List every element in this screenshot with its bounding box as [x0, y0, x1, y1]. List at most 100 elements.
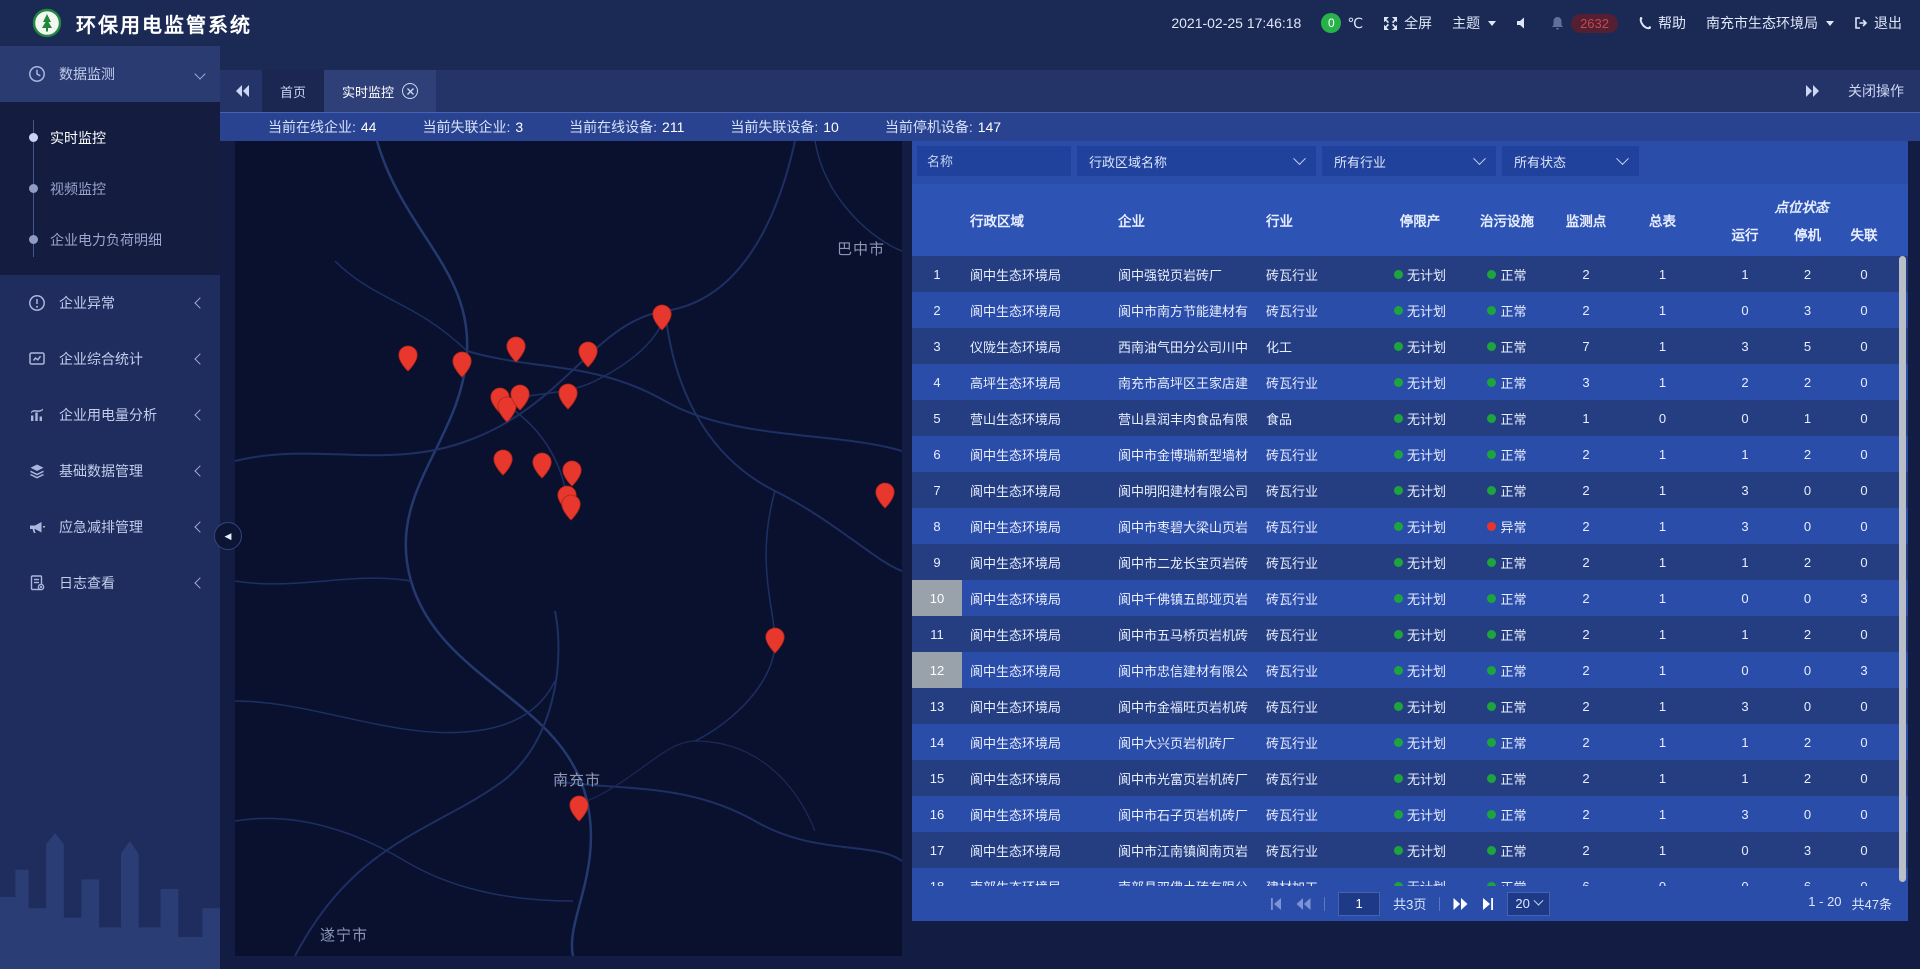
map-pin-icon[interactable] [493, 449, 513, 476]
cell-industry: 砖瓦行业 [1258, 841, 1378, 860]
sidebar-subitem[interactable]: 实时监控 [0, 112, 220, 163]
cell-industry: 砖瓦行业 [1258, 625, 1378, 644]
sidebar-item[interactable]: 企业异常 [0, 275, 220, 331]
map-pin-icon[interactable] [506, 336, 526, 363]
map-pin-icon[interactable] [652, 304, 672, 331]
cell-industry: 食品 [1258, 409, 1378, 428]
chevron-down-icon [1616, 152, 1629, 165]
status-dot [1487, 270, 1496, 279]
table-row[interactable]: 17 阆中生态环境局 阆中市江南镇阆南页岩 砖瓦行业 无计划 正常 2 1 0 … [912, 832, 1908, 868]
map-pin-icon[interactable] [398, 345, 418, 372]
table-row[interactable]: 7 阆中生态环境局 阆中明阳建材有限公司 砖瓦行业 无计划 正常 2 1 3 0… [912, 472, 1908, 508]
map-pin-icon[interactable] [765, 627, 785, 654]
table-row[interactable]: 2 阆中生态环境局 阆中市南方节能建材有 砖瓦行业 无计划 正常 2 1 0 3… [912, 292, 1908, 328]
sidebar-subitem[interactable]: 企业电力负荷明细 [0, 214, 220, 265]
skyline-decoration [0, 809, 220, 969]
name-filter-input[interactable] [917, 146, 1071, 176]
sidebar-subitem[interactable]: 视频监控 [0, 163, 220, 214]
cell-industry: 砖瓦行业 [1258, 517, 1378, 536]
vertical-scrollbar[interactable] [1899, 256, 1906, 882]
stat-value: 147 [978, 119, 1001, 135]
cell-offline: 0 [1830, 339, 1898, 354]
user-dropdown[interactable]: 南充市生态环境局 [1706, 13, 1834, 33]
previous-page-button[interactable] [1296, 898, 1311, 910]
next-page-button[interactable] [1453, 898, 1468, 910]
cell-meter: 1 [1620, 375, 1705, 390]
sound-mute-button[interactable] [1516, 16, 1530, 30]
map-pin-icon[interactable] [532, 452, 552, 479]
help-button[interactable]: 帮助 [1638, 13, 1686, 33]
table-row[interactable]: 10 阆中生态环境局 阆中千佛镇五郎垭页岩 砖瓦行业 无计划 正常 2 1 0 … [912, 580, 1908, 616]
table-row[interactable]: 14 阆中生态环境局 阆中大兴页岩机砖厂 砖瓦行业 无计划 正常 2 1 1 2… [912, 724, 1908, 760]
column-header-region: 行政区域 [962, 184, 1108, 256]
map-pin-icon[interactable] [562, 460, 582, 487]
table-row[interactable]: 6 阆中生态环境局 阆中市金博瑞新型墙材 砖瓦行业 无计划 正常 2 1 1 2… [912, 436, 1908, 472]
cell-production: 无计划 [1378, 481, 1462, 500]
sidebar-item[interactable]: 企业综合统计 [0, 331, 220, 387]
cell-meter: 1 [1620, 663, 1705, 678]
table-row[interactable]: 16 阆中生态环境局 阆中市石子页岩机砖厂 砖瓦行业 无计划 正常 2 1 3 … [912, 796, 1908, 832]
map-panel[interactable]: 巴中市南充市遂宁市 [235, 141, 902, 956]
cell-offline: 0 [1830, 735, 1898, 750]
table-row[interactable]: 13 阆中生态环境局 阆中市金福旺页岩机砖 砖瓦行业 无计划 正常 2 1 3 … [912, 688, 1908, 724]
theme-dropdown[interactable]: 主题 [1452, 13, 1496, 33]
table-row[interactable]: 15 阆中生态环境局 阆中市光富页岩机砖厂 砖瓦行业 无计划 正常 2 1 1 … [912, 760, 1908, 796]
map-pin-icon[interactable] [452, 351, 472, 378]
map-pin-icon[interactable] [510, 384, 530, 411]
logout-button[interactable]: 退出 [1854, 13, 1902, 33]
fullscreen-button[interactable]: 全屏 [1383, 13, 1432, 33]
cell-stopped: 0 [1785, 699, 1830, 714]
stat-label: 当前在线设备: [569, 119, 657, 135]
alert-icon [28, 294, 46, 312]
notifications-button[interactable]: 2632 [1550, 14, 1618, 33]
region-filter-select[interactable]: 行政区域名称 [1077, 146, 1316, 176]
page-size-select[interactable]: 20 [1507, 892, 1549, 916]
status-filter-select[interactable]: 所有状态 [1502, 146, 1639, 176]
scroll-tabs-right-button[interactable] [1806, 85, 1820, 97]
table-row[interactable]: 9 阆中生态环境局 阆中市二龙长宝页岩砖 砖瓦行业 无计划 正常 2 1 1 2… [912, 544, 1908, 580]
chevron-down-icon [1488, 21, 1496, 26]
row-index: 13 [912, 688, 962, 724]
status-dot [1487, 342, 1496, 351]
map-pin-icon[interactable] [578, 341, 598, 368]
chevron-down-icon [1473, 152, 1486, 165]
table-row[interactable]: 8 阆中生态环境局 阆中市枣碧大梁山页岩 砖瓦行业 无计划 异常 2 1 3 0… [912, 508, 1908, 544]
collapse-panel-button[interactable]: ◀ [214, 522, 242, 550]
cell-running: 1 [1705, 771, 1785, 786]
sidebar-item[interactable]: 企业用电量分析 [0, 387, 220, 443]
scroll-tabs-left-button[interactable] [236, 85, 250, 97]
table-row[interactable]: 4 高坪生态环境局 南充市高坪区王家店建 砖瓦行业 无计划 正常 3 1 2 2… [912, 364, 1908, 400]
stat-item: 当前在线企业:44 [268, 117, 376, 137]
sidebar-item[interactable]: 应急减排管理 [0, 499, 220, 555]
column-header-industry: 行业 [1258, 184, 1378, 256]
table-row[interactable]: 18 南部生态环境局 南部县双佛土砖有限公 建材加工 无计划 正常 6 0 0 … [912, 868, 1908, 886]
cell-industry: 砖瓦行业 [1258, 733, 1378, 752]
map-city-label: 遂宁市 [320, 924, 368, 945]
page-number-input[interactable] [1338, 892, 1380, 916]
map-pin-icon[interactable] [558, 383, 578, 410]
table-row[interactable]: 12 阆中生态环境局 阆中市忠信建材有限公 砖瓦行业 无计划 正常 2 1 0 … [912, 652, 1908, 688]
table-row[interactable]: 11 阆中生态环境局 阆中市五马桥页岩机砖 砖瓦行业 无计划 正常 2 1 1 … [912, 616, 1908, 652]
cell-running: 0 [1705, 879, 1785, 887]
first-page-button[interactable] [1270, 898, 1283, 910]
tab-realtime-monitoring[interactable]: 实时监控 [324, 70, 436, 112]
cell-production: 无计划 [1378, 877, 1462, 887]
table-row[interactable]: 3 仪陇生态环境局 西南油气田分公司川中 化工 无计划 正常 7 1 3 5 0 [912, 328, 1908, 364]
cell-region: 阆中生态环境局 [962, 265, 1108, 284]
status-dot [1394, 738, 1403, 747]
sidebar-item[interactable]: 日志查看 [0, 555, 220, 611]
map-pin-icon[interactable] [875, 482, 895, 509]
map-pin-icon[interactable] [561, 494, 581, 521]
industry-filter-select[interactable]: 所有行业 [1322, 146, 1496, 176]
table-row[interactable]: 1 阆中生态环境局 阆中强锐页岩砖厂 砖瓦行业 无计划 正常 2 1 1 2 0 [912, 256, 1908, 292]
last-page-button[interactable] [1481, 898, 1494, 910]
close-tab-icon[interactable] [402, 83, 418, 99]
sidebar-item[interactable]: 基础数据管理 [0, 443, 220, 499]
table-row[interactable]: 5 营山生态环境局 营山县润丰肉食品有限 食品 无计划 正常 1 0 0 1 0 [912, 400, 1908, 436]
close-operations-button[interactable]: 关闭操作 [1848, 81, 1904, 101]
sidebar-item[interactable]: 数据监测 [0, 46, 220, 102]
tab-home[interactable]: 首页 [262, 70, 324, 112]
cell-facility: 正常 [1462, 337, 1552, 356]
cell-stopped: 0 [1785, 591, 1830, 606]
map-pin-icon[interactable] [569, 795, 589, 822]
